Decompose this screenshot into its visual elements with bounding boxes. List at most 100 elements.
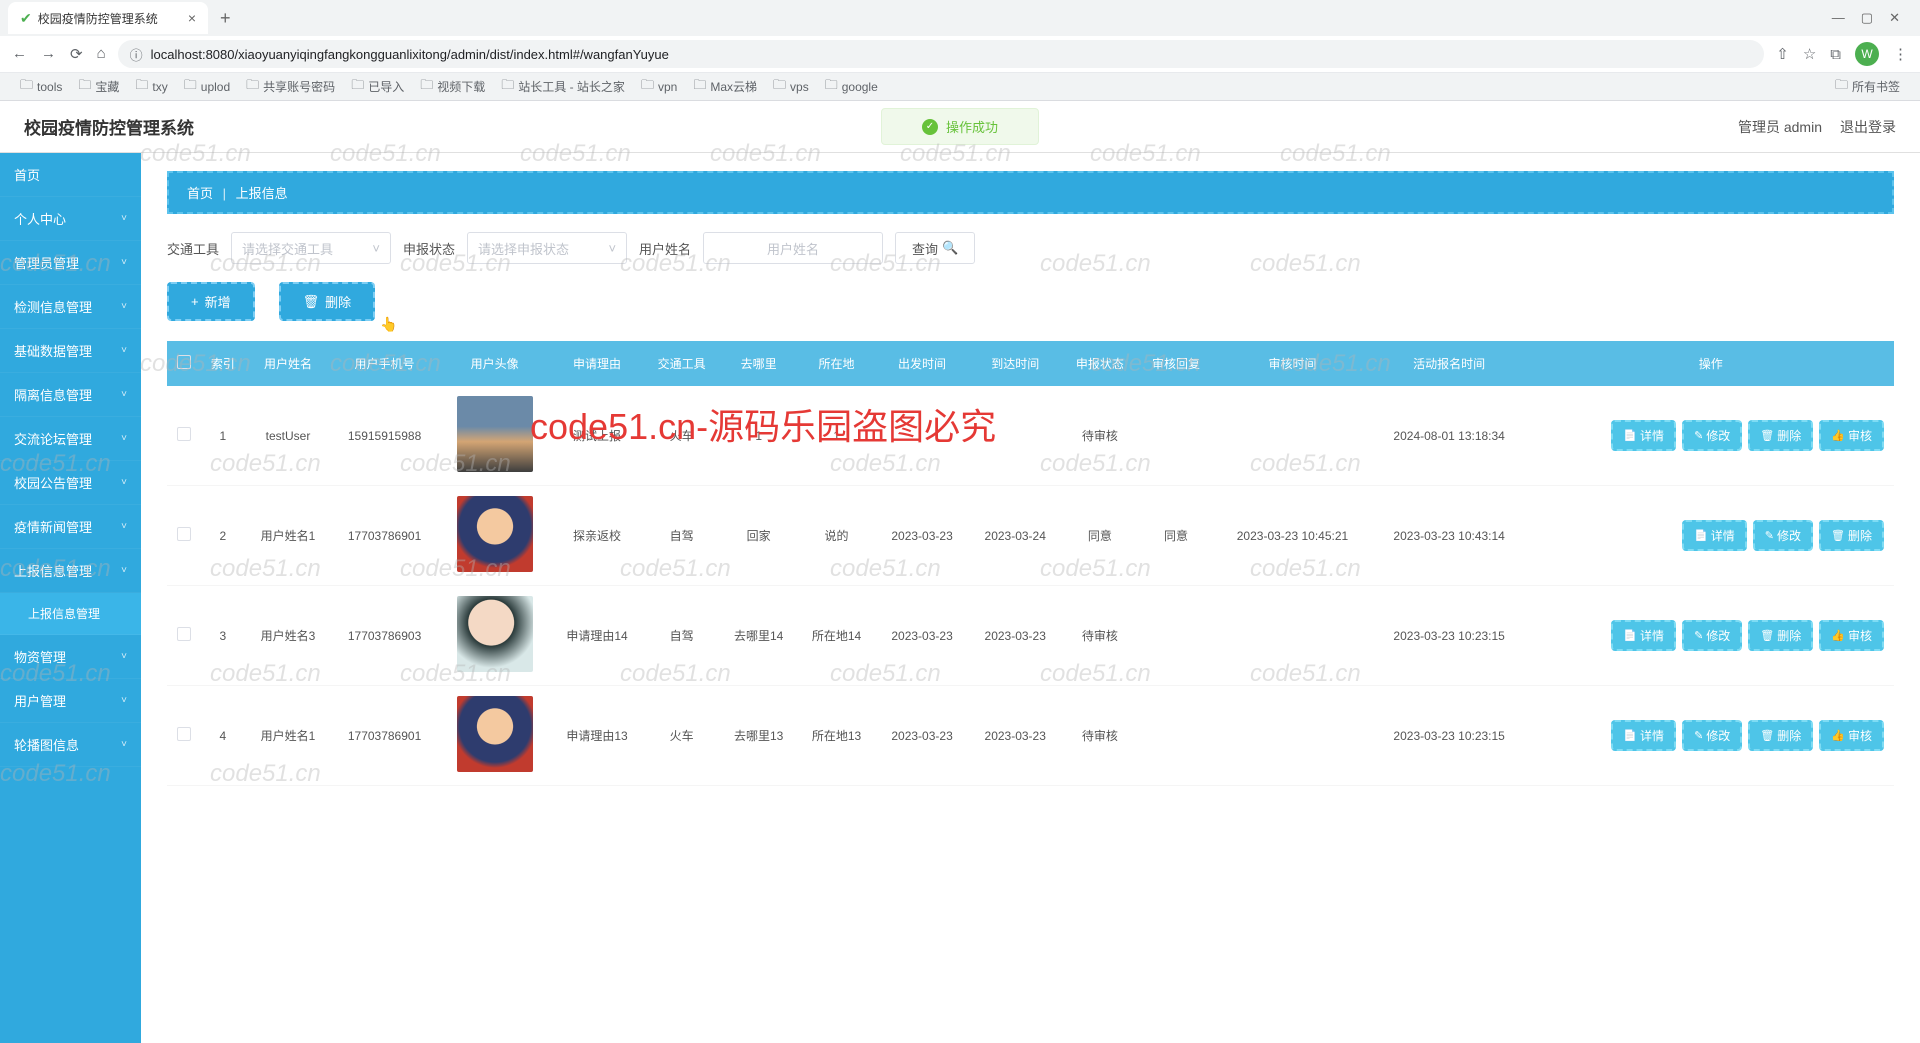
folder-icon: 🗀: [1835, 76, 1848, 98]
tab-favicon-icon: ✔: [20, 10, 32, 27]
chevron-down-icon: ˅: [121, 389, 127, 400]
folder-icon: 🗀: [246, 76, 259, 98]
url-input[interactable]: ⓘ localhost:8080/xiaoyuanyiqingfangkongg…: [118, 40, 1765, 68]
bookmark-item[interactable]: 🗀tools: [12, 74, 70, 100]
add-button[interactable]: + 新增: [167, 282, 255, 321]
profile-avatar[interactable]: W: [1855, 42, 1879, 66]
row-delete-button[interactable]: 🗑删除: [1748, 620, 1813, 651]
sidebar-item[interactable]: 上报信息管理˅: [0, 549, 141, 593]
browser-tab[interactable]: ✔ 校园疫情防控管理系统 ×: [8, 2, 208, 34]
thumb-icon: 👍: [1831, 429, 1845, 442]
admin-label[interactable]: 管理员 admin: [1738, 117, 1822, 137]
folder-icon: 🗀: [351, 76, 364, 98]
edit-button[interactable]: ✎修改: [1682, 620, 1742, 651]
bookmark-item[interactable]: 🗀已导入: [343, 74, 412, 100]
address-bar: ← → ⟳ ⌂ ⓘ localhost:8080/xiaoyuanyiqingf…: [0, 36, 1920, 72]
maximize-icon[interactable]: ▢: [1861, 10, 1873, 26]
bookmark-item[interactable]: 🗀站长工具 - 站长之家: [493, 74, 633, 100]
data-table: 索引用户姓名用户手机号用户头像申请理由交通工具去哪里所在地出发时间到达时间申报状…: [167, 341, 1894, 786]
delete-button[interactable]: 🗑 删除: [279, 282, 376, 321]
chevron-down-icon: ˅: [121, 695, 127, 706]
query-button[interactable]: 查询 🔍: [895, 232, 975, 264]
filter-transport-select[interactable]: 请选择交通工具 ˅: [231, 232, 391, 264]
trash-icon: 🗑: [1760, 429, 1774, 442]
edit-button[interactable]: ✎修改: [1682, 420, 1742, 451]
audit-button[interactable]: 👍审核: [1819, 720, 1884, 751]
filter-status-select[interactable]: 请选择申报状态 ˅: [467, 232, 627, 264]
row-delete-button[interactable]: 🗑删除: [1819, 520, 1884, 551]
logout-link[interactable]: 退出登录: [1840, 117, 1896, 137]
breadcrumb-home[interactable]: 首页: [187, 186, 213, 201]
sidebar-item[interactable]: 物资管理˅: [0, 635, 141, 679]
row-checkbox[interactable]: [177, 727, 191, 741]
bookmark-item[interactable]: 🗀宝藏: [70, 74, 127, 100]
sidebar-item[interactable]: 用户管理˅: [0, 679, 141, 723]
filter-username-label: 用户姓名: [639, 239, 691, 258]
sidebar-item[interactable]: 校园公告管理˅: [0, 461, 141, 505]
bookmark-item[interactable]: 🗀共享账号密码: [238, 74, 343, 100]
app-header: 校园疫情防控管理系统 ✓ 操作成功 管理员 admin 退出登录: [0, 101, 1920, 153]
select-all-checkbox[interactable]: [177, 355, 191, 369]
bookmark-item[interactable]: 🗀Max云梯: [685, 74, 765, 100]
row-checkbox[interactable]: [177, 627, 191, 641]
trash-icon: 🗑: [1760, 729, 1774, 742]
menu-icon[interactable]: ⋮: [1893, 45, 1908, 63]
home-icon[interactable]: ⌂: [97, 45, 106, 63]
back-icon[interactable]: ←: [12, 45, 27, 63]
chevron-down-icon: ˅: [121, 739, 127, 750]
action-row: + 新增 🗑 删除: [167, 282, 1894, 321]
sidebar-item[interactable]: 隔离信息管理˅: [0, 373, 141, 417]
row-delete-button[interactable]: 🗑删除: [1748, 720, 1813, 751]
column-header: 去哪里: [720, 341, 798, 386]
tab-close-icon[interactable]: ×: [188, 10, 196, 26]
bookmark-item[interactable]: 🗀vpn: [633, 74, 685, 100]
sidebar-item[interactable]: 疫情新闻管理˅: [0, 505, 141, 549]
edit-icon: ✎: [1694, 629, 1703, 642]
sidebar-item[interactable]: 管理员管理˅: [0, 241, 141, 285]
edit-button[interactable]: ✎修改: [1682, 720, 1742, 751]
toast-success: ✓ 操作成功: [881, 108, 1039, 145]
audit-button[interactable]: 👍审核: [1819, 620, 1884, 651]
star-icon[interactable]: ☆: [1803, 45, 1816, 63]
sidebar-item[interactable]: 个人中心˅: [0, 197, 141, 241]
avatar: [457, 496, 533, 572]
edit-icon: ✎: [1694, 729, 1703, 742]
folder-icon: 🗀: [20, 76, 33, 98]
reload-icon[interactable]: ⟳: [70, 45, 83, 63]
audit-button[interactable]: 👍审核: [1819, 420, 1884, 451]
row-delete-button[interactable]: 🗑删除: [1748, 420, 1813, 451]
row-checkbox[interactable]: [177, 527, 191, 541]
row-checkbox[interactable]: [177, 427, 191, 441]
close-window-icon[interactable]: ✕: [1889, 10, 1900, 26]
bookmark-item[interactable]: 🗀google: [817, 74, 886, 100]
sidebar-item[interactable]: 基础数据管理˅: [0, 329, 141, 373]
bookmark-item[interactable]: 🗀txy: [127, 74, 175, 100]
avatar: [457, 596, 533, 672]
plus-icon: +: [191, 294, 199, 309]
sidebar-item[interactable]: 首页: [0, 153, 141, 197]
detail-button[interactable]: 📄详情: [1611, 620, 1676, 651]
filter-username-input[interactable]: 用户姓名: [703, 232, 883, 264]
new-tab-button[interactable]: +: [212, 8, 239, 29]
sidebar-item[interactable]: 交流论坛管理˅: [0, 417, 141, 461]
bookmark-star-icon[interactable]: ⇧: [1776, 45, 1789, 63]
chevron-down-icon: ˅: [121, 301, 127, 312]
sidebar-item[interactable]: 轮播图信息˅: [0, 723, 141, 767]
extension-icon[interactable]: ⧉: [1830, 46, 1841, 63]
sidebar-subitem[interactable]: 上报信息管理: [0, 593, 141, 635]
bookmark-item[interactable]: 🗀视频下载: [412, 74, 493, 100]
minimize-icon[interactable]: —: [1832, 10, 1845, 26]
bookmark-item[interactable]: 🗀vps: [765, 74, 817, 100]
all-bookmarks[interactable]: 🗀 所有书签: [1827, 74, 1908, 100]
bookmark-item[interactable]: 🗀uplod: [176, 74, 238, 100]
forward-icon[interactable]: →: [41, 45, 56, 63]
detail-button[interactable]: 📄详情: [1611, 720, 1676, 751]
trash-icon: 🗑: [303, 294, 320, 310]
detail-button[interactable]: 📄详情: [1682, 520, 1747, 551]
edit-button[interactable]: ✎修改: [1753, 520, 1813, 551]
detail-button[interactable]: 📄详情: [1611, 420, 1676, 451]
sidebar-item[interactable]: 检测信息管理˅: [0, 285, 141, 329]
site-info-icon[interactable]: ⓘ: [130, 45, 143, 64]
chevron-down-icon: ˅: [121, 521, 127, 532]
chevron-down-icon: ˅: [372, 241, 380, 256]
